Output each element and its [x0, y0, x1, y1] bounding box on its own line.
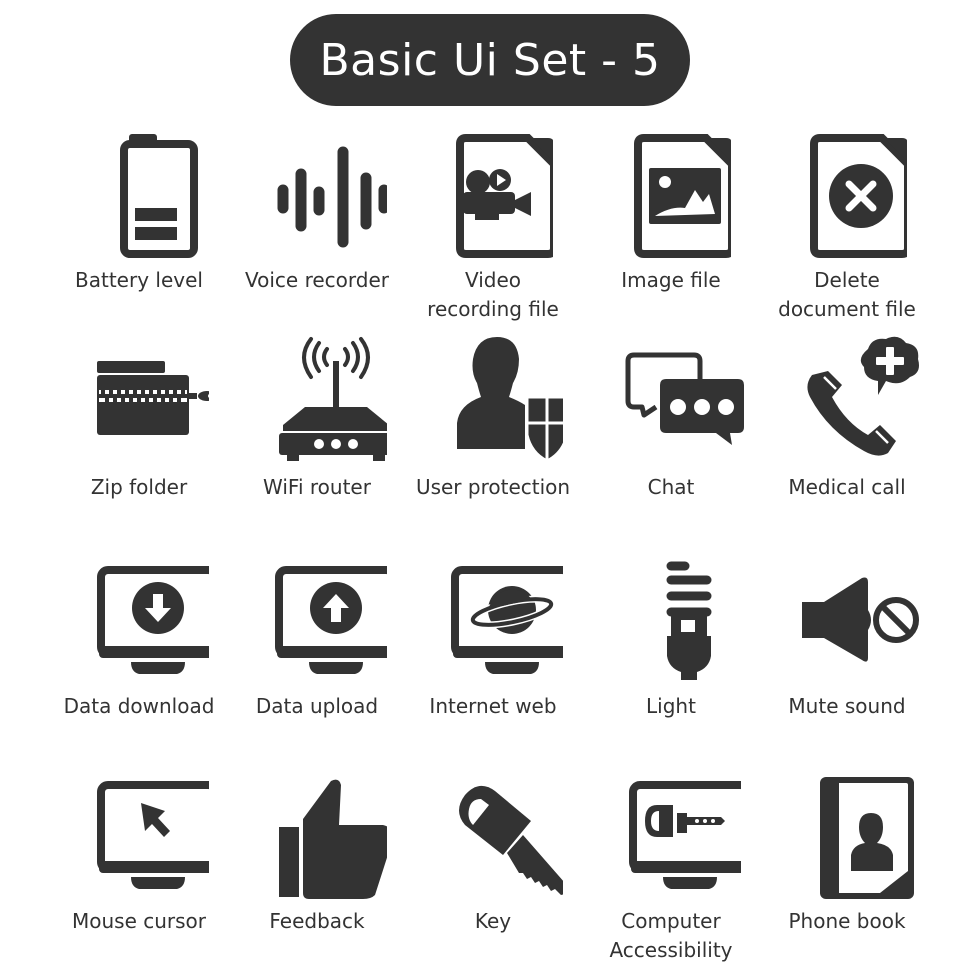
monitor-planet-icon: [451, 566, 563, 674]
user-shield-icon: [457, 337, 563, 463]
icon-cell-wifi-router: WiFi router: [228, 335, 406, 515]
icon-cell-light: Light: [582, 560, 760, 730]
delete-file-icon: [810, 134, 907, 258]
icon-cell-battery-level: Battery level: [50, 130, 228, 330]
icon-cell-delete-document-file: Delete document file: [758, 130, 936, 330]
icon-label: Video recording file: [427, 268, 559, 321]
icon-label: Internet web: [429, 694, 557, 718]
icon-cell-computer-accessibility: Computer Accessibility: [582, 775, 760, 962]
image-file-icon: [634, 134, 731, 258]
icon-cell-user-protection: User protection: [404, 335, 582, 515]
zip-folder-icon: [97, 361, 209, 435]
icon-cell-image-file: Image file: [582, 130, 760, 330]
icon-label: Mouse cursor: [71, 909, 207, 933]
monitor-key-icon: [629, 781, 741, 889]
icon-cell-phone-book: Phone book: [758, 775, 936, 945]
chat-bubbles-icon: [625, 352, 744, 445]
battery-icon: [120, 134, 198, 258]
icon-cell-mute-sound: Mute sound: [758, 560, 936, 730]
mute-speaker-icon: [802, 577, 919, 662]
icon-cell-chat: Chat: [582, 335, 760, 515]
icon-label: Light: [646, 694, 696, 718]
icon-cell-data-download: Data download: [50, 560, 228, 730]
icon-label: Image file: [621, 268, 721, 292]
icon-label: Zip folder: [90, 475, 188, 499]
page-title: Basic Ui Set - 5: [319, 34, 661, 86]
icon-cell-voice-recorder: Voice recorder: [228, 130, 406, 330]
icon-label: Data upload: [255, 694, 379, 718]
light-bulb-icon: [666, 561, 712, 680]
icon-label: Battery level: [75, 268, 203, 292]
icon-label: Computer Accessibility: [609, 909, 733, 962]
wifi-router-icon: [279, 337, 387, 461]
monitor-upload-icon: [275, 566, 387, 674]
phone-book-icon: [820, 777, 914, 899]
icon-cell-internet-web: Internet web: [404, 560, 582, 730]
icon-label: Medical call: [788, 475, 906, 499]
sound-wave-icon: [277, 146, 387, 248]
icon-label: Mute sound: [788, 694, 906, 718]
icon-cell-zip-folder: Zip folder: [50, 335, 228, 515]
icon-label: Phone book: [788, 909, 906, 933]
icon-cell-key: Key: [404, 775, 582, 945]
icon-cell-video-recording-file: Video recording file: [404, 130, 582, 330]
medical-call-icon: [807, 336, 919, 456]
icon-label: Delete document file: [778, 268, 916, 321]
icon-label: User protection: [415, 475, 571, 499]
icon-label: WiFi router: [263, 475, 371, 499]
icon-label: Chat: [647, 475, 695, 499]
icon-cell-data-upload: Data upload: [228, 560, 406, 730]
icon-cell-feedback: Feedback: [228, 775, 406, 945]
monitor-download-icon: [97, 566, 209, 674]
video-file-icon: [456, 134, 553, 258]
icon-label: Feedback: [269, 909, 365, 933]
monitor-cursor-icon: [97, 781, 209, 889]
icon-cell-medical-call: Medical call: [758, 335, 936, 515]
icon-label: Data download: [63, 694, 215, 718]
title-banner: Basic Ui Set - 5: [290, 14, 690, 106]
thumbs-up-icon: [279, 779, 387, 899]
key-icon: [459, 785, 563, 895]
icon-cell-mouse-cursor: Mouse cursor: [50, 775, 228, 945]
icon-label: Key: [474, 909, 512, 933]
icon-label: Voice recorder: [245, 268, 389, 292]
